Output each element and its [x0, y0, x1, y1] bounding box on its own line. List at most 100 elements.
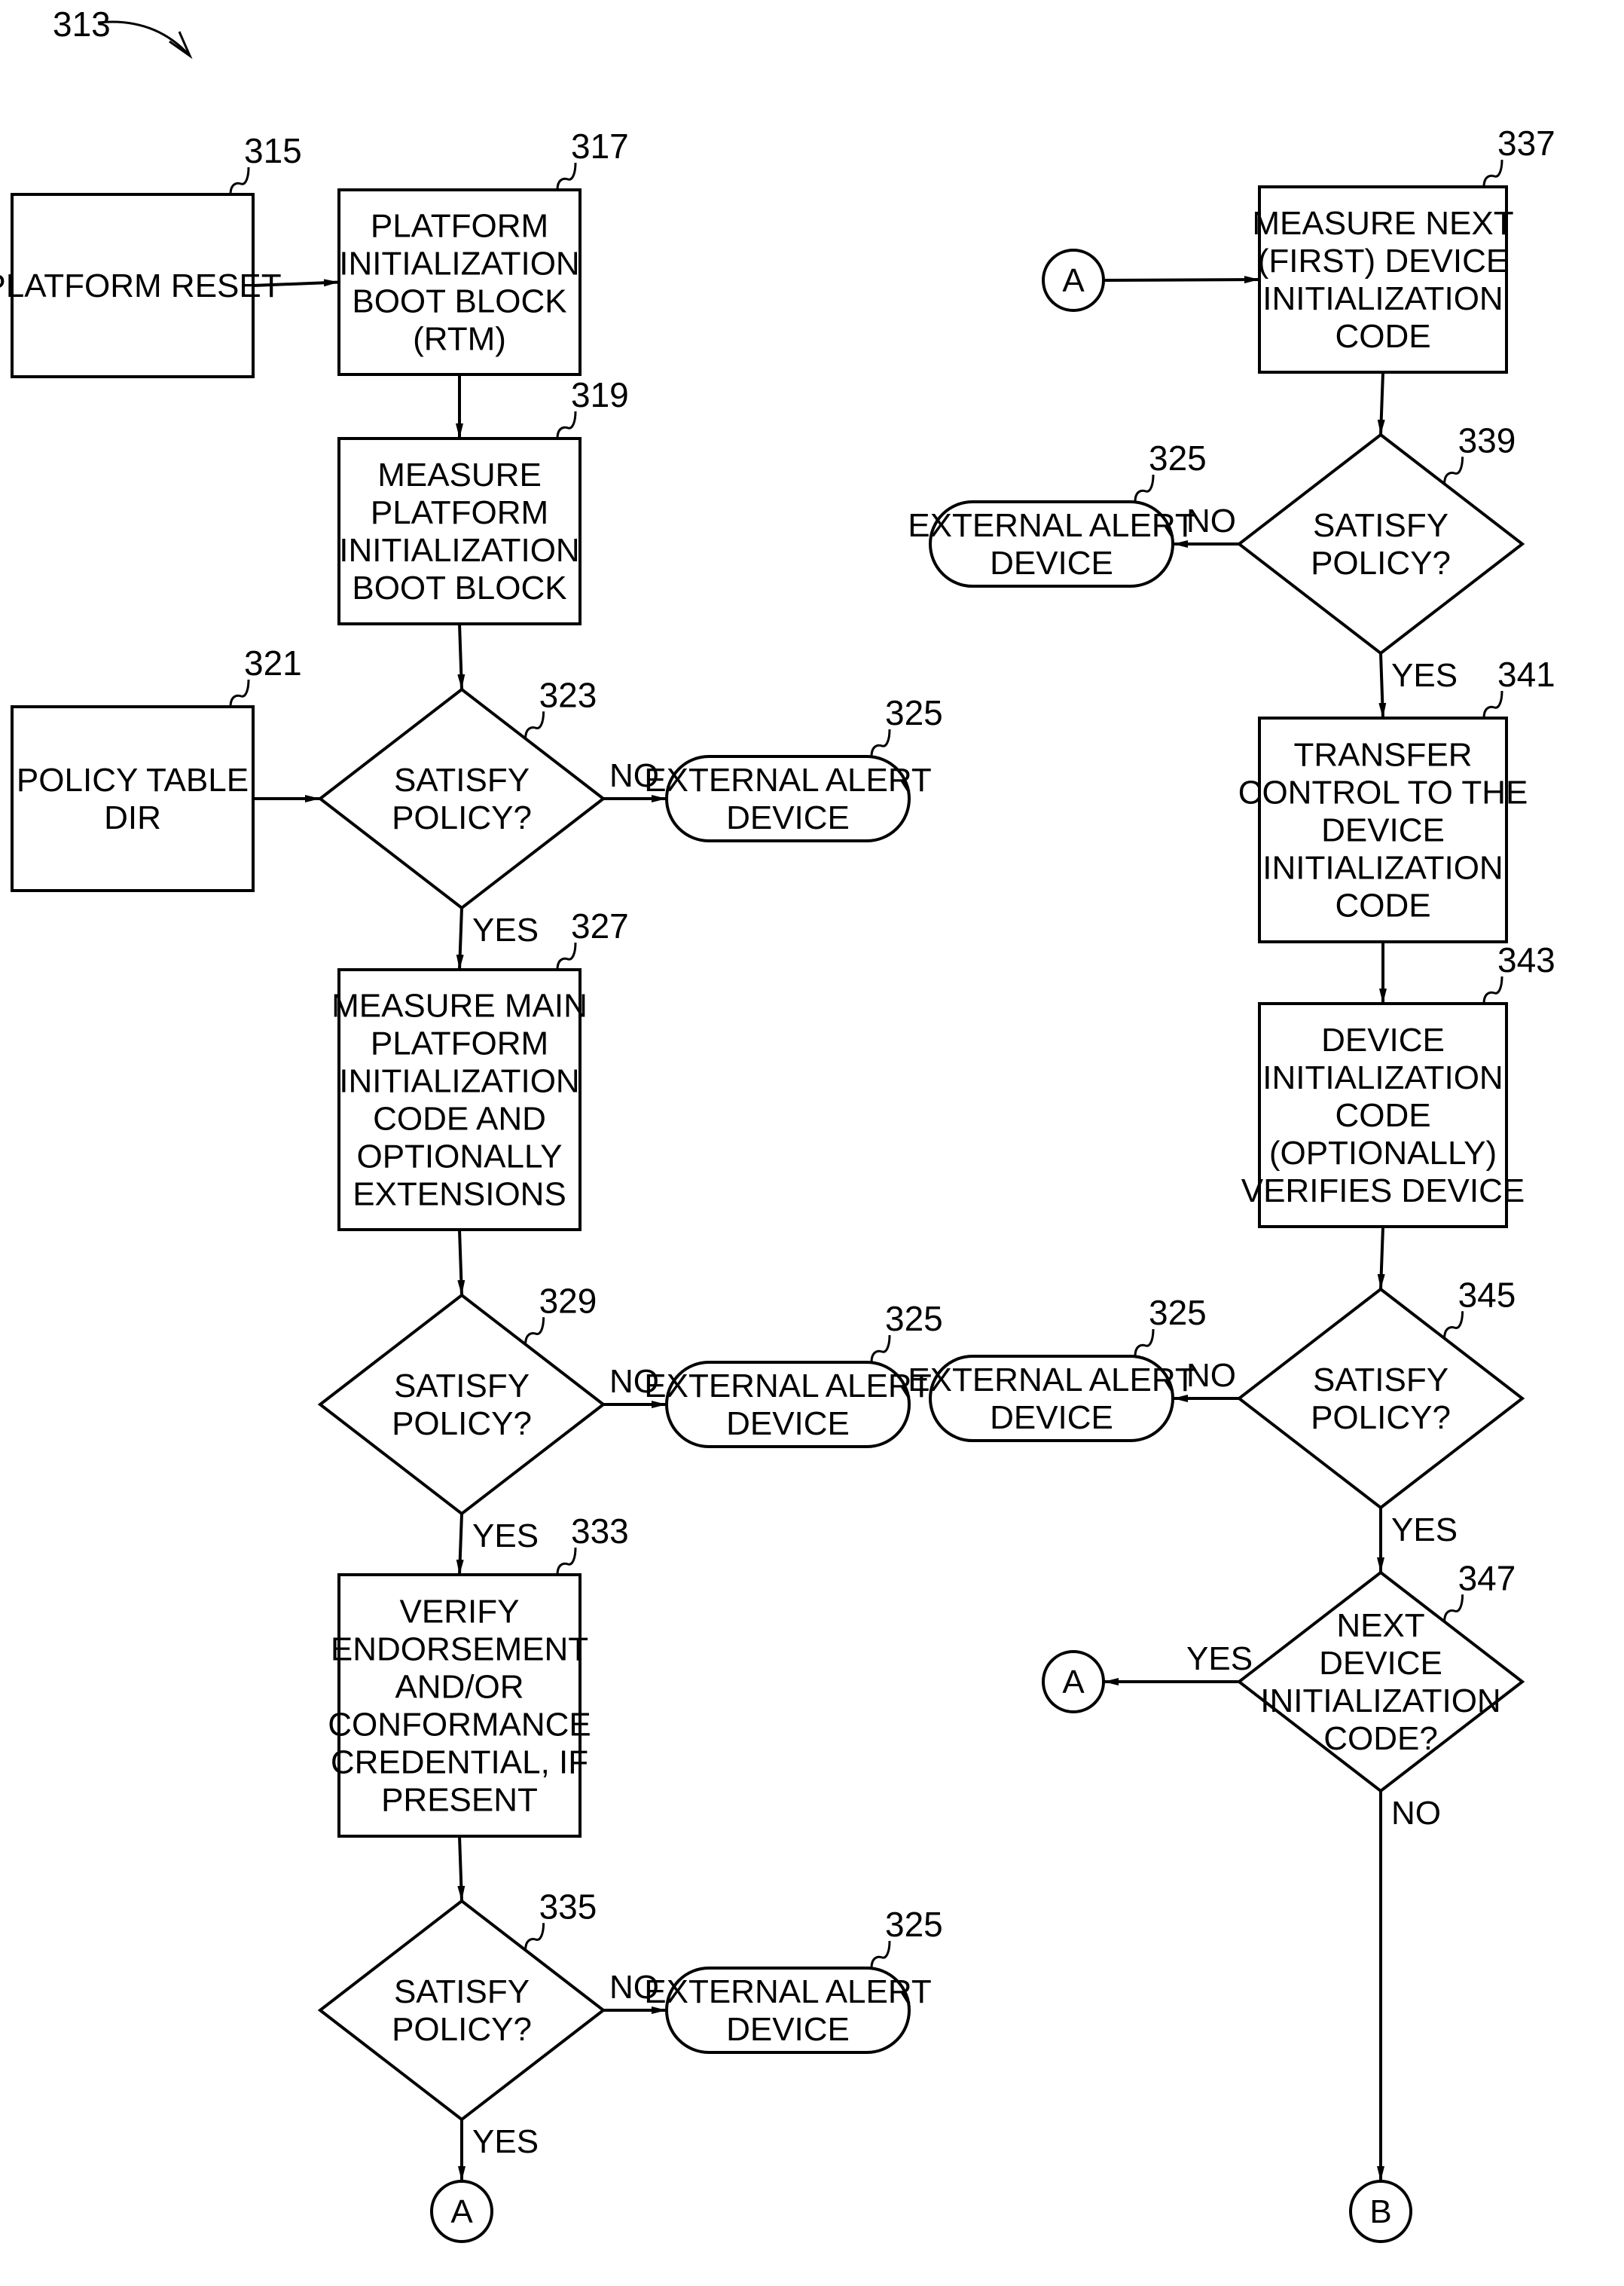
reference-leader	[1134, 474, 1155, 503]
edge-label: YES	[472, 2123, 539, 2160]
arrow-connector	[1377, 1226, 1385, 1290]
node-label-line: INITIALIZATION	[339, 1063, 579, 1100]
node-connector-A1: A	[430, 2180, 493, 2243]
flowchart-diagram: 313 NOYESNOYESNOYESNOYESNOYESYESNO PLATF…	[0, 5, 1555, 2243]
reference-leader	[524, 1317, 545, 1345]
reference-leader	[1443, 1311, 1464, 1339]
node-label-line: DEVICE	[990, 545, 1113, 582]
reference-number: 347	[1458, 1558, 1516, 1597]
node-label-line: ENDORSEMENT	[331, 1631, 588, 1668]
arrow-connector	[1377, 371, 1385, 436]
node-label-line: SATISFY	[1313, 1362, 1448, 1398]
decision-diamond	[1236, 1287, 1525, 1510]
node-label-line: SATISFY	[394, 762, 530, 799]
node-label-line: PRESENT	[381, 1782, 538, 1819]
node-label-line: EXTENSIONS	[353, 1176, 566, 1213]
reference-number: 325	[885, 693, 943, 732]
node-label-line: EXTERNAL ALERT	[644, 1368, 931, 1404]
edge-347-to-B1: NO	[1377, 1791, 1441, 2181]
reference-leader	[870, 1334, 891, 1363]
node-label-line: POLICY TABLE	[17, 762, 249, 799]
node-label-line: POLICY?	[392, 799, 532, 836]
node-process-343: DEVICEINITIALIZATIONCODE(OPTIONALLY)VERI…	[1241, 940, 1555, 1228]
node-label-line: CONTROL TO THE	[1238, 775, 1528, 811]
node-label-line: A	[1062, 262, 1085, 299]
node-label-line: DEVICE	[1321, 812, 1445, 849]
reference-leader	[1443, 1594, 1464, 1622]
node-label-line: INITIALIZATION	[339, 532, 579, 569]
edge-345-to-347: YES	[1377, 1508, 1458, 1572]
node-label-line: VERIFIES DEVICE	[1241, 1172, 1525, 1209]
node-label-line: CREDENTIAL, IF	[331, 1744, 588, 1781]
reference-number: 333	[571, 1511, 629, 1551]
node-terminal-325e: EXTERNAL ALERTDEVICE 325	[908, 1293, 1207, 1442]
node-label-line: INITIALIZATION	[339, 246, 579, 283]
reference-leader	[1482, 976, 1503, 1004]
reference-number: 321	[244, 643, 302, 683]
node-terminal-325b: EXTERNAL ALERTDEVICE 325	[644, 1299, 943, 1448]
reference-number: 337	[1497, 124, 1555, 163]
node-label-line: CODE?	[1323, 1720, 1438, 1757]
node-label-line: (RTM)	[413, 321, 506, 358]
edge-333-to-335	[457, 1835, 466, 1902]
arrow-connector	[457, 1229, 466, 1296]
node-label-line: DIR	[104, 799, 161, 836]
process-box	[11, 705, 255, 892]
edge-319-to-323	[457, 623, 466, 690]
reference-number: 329	[539, 1281, 597, 1320]
arrow-connector	[456, 1513, 464, 1575]
node-terminal-325c: EXTERNAL ALERTDEVICE 325	[644, 1905, 943, 2054]
decision-diamond	[317, 687, 606, 910]
nodes-layer: PLATFORM RESET315PLATFORMINITIALIZATIONB…	[0, 124, 1555, 2243]
node-process-319: MEASUREPLATFORMINITIALIZATIONBOOT BLOCK 3…	[337, 375, 629, 625]
figure-ref-number: 313	[53, 5, 111, 44]
node-decision-339: SATISFYPOLICY? 339	[1236, 420, 1525, 656]
node-label-line: DEVICE	[726, 1405, 850, 1442]
node-label-line: EXTERNAL ALERT	[908, 1362, 1195, 1398]
edge-339-to-341: YES	[1378, 652, 1458, 719]
node-label-line: DEVICE	[990, 1399, 1113, 1436]
node-label-line: CODE	[1335, 888, 1430, 924]
node-label-line: (OPTIONALLY)	[1269, 1135, 1497, 1172]
reference-number: 317	[571, 127, 629, 166]
node-label-line: EXTERNAL ALERT	[644, 762, 931, 799]
arrow-connector	[456, 907, 464, 970]
reference-number: 327	[571, 906, 629, 946]
reference-leader	[1482, 159, 1503, 188]
node-label-line: DEVICE	[726, 2011, 850, 2048]
node-process-327: MEASURE MAINPLATFORMINITIALIZATIONCODE A…	[331, 906, 629, 1231]
reference-leader	[556, 942, 577, 970]
node-process-317: PLATFORMINITIALIZATIONBOOT BLOCK(RTM) 317	[337, 127, 629, 376]
figure-reference: 313	[53, 5, 193, 60]
decision-diamond	[1236, 432, 1525, 656]
reference-leader	[229, 679, 250, 707]
node-label-line: EXTERNAL ALERT	[908, 507, 1195, 544]
node-label-line: MEASURE NEXT	[1252, 205, 1513, 242]
node-label-line: INITIALIZATION	[1262, 850, 1503, 887]
reference-number: 325	[1149, 439, 1207, 478]
reference-number: 319	[571, 375, 629, 414]
reference-leader	[870, 1940, 891, 1969]
node-label-line: CODE	[1335, 318, 1430, 355]
node-label-line: VERIFY	[400, 1594, 520, 1630]
reference-number: 339	[1458, 420, 1516, 460]
node-label-line: NEXT	[1336, 1607, 1424, 1644]
node-label-line: TRANSFER	[1293, 737, 1472, 774]
node-decision-323: SATISFYPOLICY? 323	[317, 675, 606, 910]
node-process-341: TRANSFERCONTROL TO THEDEVICEINITIALIZATI…	[1238, 655, 1555, 943]
node-process-315: PLATFORM RESET 315	[0, 131, 302, 378]
edge-label: YES	[1391, 657, 1458, 694]
node-label-line: CONFORMANCE	[328, 1707, 591, 1744]
node-label-line: DEVICE	[1319, 1645, 1442, 1682]
node-label-line: A	[450, 2193, 473, 2230]
reference-leader	[524, 1923, 545, 1951]
node-terminal-325d: EXTERNAL ALERTDEVICE 325	[908, 439, 1207, 588]
node-terminal-325a: EXTERNAL ALERTDEVICE 325	[644, 693, 943, 842]
node-label-line: BOOT BLOCK	[352, 570, 566, 607]
node-label-line: MEASURE	[377, 457, 542, 494]
arrow-connector	[1378, 652, 1387, 719]
node-process-333: VERIFYENDORSEMENTAND/ORCONFORMANCECREDEN…	[328, 1511, 629, 1838]
reference-number: 323	[539, 675, 597, 714]
edge-323-to-327: YES	[456, 907, 539, 970]
node-label-line: CODE AND	[373, 1101, 546, 1138]
